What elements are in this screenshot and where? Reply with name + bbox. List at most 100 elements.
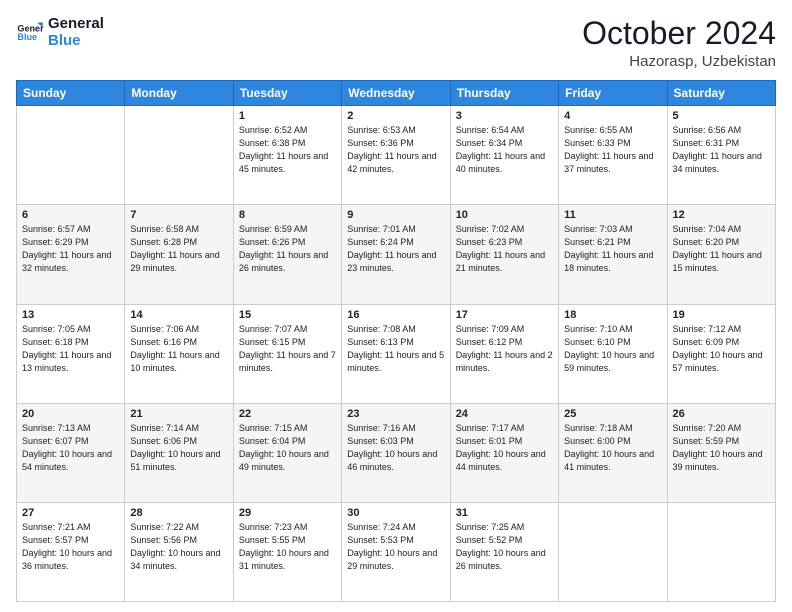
day-content: Sunrise: 7:15 AM Sunset: 6:04 PM Dayligh…	[239, 422, 336, 474]
calendar-cell: 19 Sunrise: 7:12 AM Sunset: 6:09 PM Dayl…	[667, 304, 775, 403]
weekday-header-thursday: Thursday	[450, 81, 558, 106]
calendar-cell	[17, 106, 125, 205]
calendar-cell: 4 Sunrise: 6:55 AM Sunset: 6:33 PM Dayli…	[559, 106, 667, 205]
day-number: 3	[456, 110, 553, 122]
day-number: 5	[673, 110, 770, 122]
day-content: Sunrise: 6:54 AM Sunset: 6:34 PM Dayligh…	[456, 124, 553, 176]
calendar-cell: 12 Sunrise: 7:04 AM Sunset: 6:20 PM Dayl…	[667, 205, 775, 304]
day-content: Sunrise: 7:03 AM Sunset: 6:21 PM Dayligh…	[564, 223, 661, 275]
day-number: 12	[673, 209, 770, 221]
calendar-header: SundayMondayTuesdayWednesdayThursdayFrid…	[17, 81, 776, 106]
day-content: Sunrise: 7:07 AM Sunset: 6:15 PM Dayligh…	[239, 323, 336, 375]
logo-general-text: General	[48, 16, 104, 33]
day-content: Sunrise: 7:23 AM Sunset: 5:55 PM Dayligh…	[239, 521, 336, 573]
day-content: Sunrise: 7:20 AM Sunset: 5:59 PM Dayligh…	[673, 422, 770, 474]
day-number: 31	[456, 507, 553, 519]
title-block: October 2024 Hazorasp, Uzbekistan	[582, 16, 776, 70]
day-content: Sunrise: 6:59 AM Sunset: 6:26 PM Dayligh…	[239, 223, 336, 275]
day-content: Sunrise: 6:52 AM Sunset: 6:38 PM Dayligh…	[239, 124, 336, 176]
day-number: 19	[673, 309, 770, 321]
calendar-cell: 7 Sunrise: 6:58 AM Sunset: 6:28 PM Dayli…	[125, 205, 233, 304]
day-number: 22	[239, 408, 336, 420]
day-number: 20	[22, 408, 119, 420]
calendar-cell	[667, 502, 775, 601]
day-number: 28	[130, 507, 227, 519]
logo-icon: General Blue	[16, 19, 44, 47]
day-content: Sunrise: 7:24 AM Sunset: 5:53 PM Dayligh…	[347, 521, 444, 573]
calendar-cell: 5 Sunrise: 6:56 AM Sunset: 6:31 PM Dayli…	[667, 106, 775, 205]
calendar-cell	[125, 106, 233, 205]
weekday-header-sunday: Sunday	[17, 81, 125, 106]
calendar-cell: 6 Sunrise: 6:57 AM Sunset: 6:29 PM Dayli…	[17, 205, 125, 304]
week-row-4: 20 Sunrise: 7:13 AM Sunset: 6:07 PM Dayl…	[17, 403, 776, 502]
calendar-cell: 15 Sunrise: 7:07 AM Sunset: 6:15 PM Dayl…	[233, 304, 341, 403]
week-row-2: 6 Sunrise: 6:57 AM Sunset: 6:29 PM Dayli…	[17, 205, 776, 304]
day-content: Sunrise: 7:05 AM Sunset: 6:18 PM Dayligh…	[22, 323, 119, 375]
calendar-cell: 17 Sunrise: 7:09 AM Sunset: 6:12 PM Dayl…	[450, 304, 558, 403]
calendar-cell: 30 Sunrise: 7:24 AM Sunset: 5:53 PM Dayl…	[342, 502, 450, 601]
day-content: Sunrise: 6:56 AM Sunset: 6:31 PM Dayligh…	[673, 124, 770, 176]
day-content: Sunrise: 7:21 AM Sunset: 5:57 PM Dayligh…	[22, 521, 119, 573]
weekday-header-monday: Monday	[125, 81, 233, 106]
calendar-cell: 2 Sunrise: 6:53 AM Sunset: 6:36 PM Dayli…	[342, 106, 450, 205]
location: Hazorasp, Uzbekistan	[582, 53, 776, 70]
calendar-cell: 1 Sunrise: 6:52 AM Sunset: 6:38 PM Dayli…	[233, 106, 341, 205]
day-number: 18	[564, 309, 661, 321]
day-number: 8	[239, 209, 336, 221]
day-number: 30	[347, 507, 444, 519]
day-number: 17	[456, 309, 553, 321]
day-number: 25	[564, 408, 661, 420]
day-content: Sunrise: 7:16 AM Sunset: 6:03 PM Dayligh…	[347, 422, 444, 474]
day-number: 24	[456, 408, 553, 420]
calendar-cell: 21 Sunrise: 7:14 AM Sunset: 6:06 PM Dayl…	[125, 403, 233, 502]
day-content: Sunrise: 7:13 AM Sunset: 6:07 PM Dayligh…	[22, 422, 119, 474]
logo: General Blue General Blue	[16, 16, 104, 49]
weekday-header-saturday: Saturday	[667, 81, 775, 106]
weekday-header-wednesday: Wednesday	[342, 81, 450, 106]
logo-blue-text: Blue	[48, 33, 104, 50]
week-row-5: 27 Sunrise: 7:21 AM Sunset: 5:57 PM Dayl…	[17, 502, 776, 601]
day-number: 2	[347, 110, 444, 122]
svg-text:Blue: Blue	[17, 32, 37, 42]
day-number: 29	[239, 507, 336, 519]
day-number: 26	[673, 408, 770, 420]
day-content: Sunrise: 6:55 AM Sunset: 6:33 PM Dayligh…	[564, 124, 661, 176]
calendar-cell: 22 Sunrise: 7:15 AM Sunset: 6:04 PM Dayl…	[233, 403, 341, 502]
weekday-header-tuesday: Tuesday	[233, 81, 341, 106]
day-number: 11	[564, 209, 661, 221]
page: General Blue General Blue October 2024 H…	[0, 0, 792, 612]
day-content: Sunrise: 7:06 AM Sunset: 6:16 PM Dayligh…	[130, 323, 227, 375]
day-content: Sunrise: 7:09 AM Sunset: 6:12 PM Dayligh…	[456, 323, 553, 375]
day-content: Sunrise: 6:57 AM Sunset: 6:29 PM Dayligh…	[22, 223, 119, 275]
day-number: 10	[456, 209, 553, 221]
day-content: Sunrise: 7:18 AM Sunset: 6:00 PM Dayligh…	[564, 422, 661, 474]
calendar-cell: 10 Sunrise: 7:02 AM Sunset: 6:23 PM Dayl…	[450, 205, 558, 304]
calendar-cell: 14 Sunrise: 7:06 AM Sunset: 6:16 PM Dayl…	[125, 304, 233, 403]
calendar-cell: 16 Sunrise: 7:08 AM Sunset: 6:13 PM Dayl…	[342, 304, 450, 403]
calendar-cell: 13 Sunrise: 7:05 AM Sunset: 6:18 PM Dayl…	[17, 304, 125, 403]
calendar-cell: 25 Sunrise: 7:18 AM Sunset: 6:00 PM Dayl…	[559, 403, 667, 502]
day-number: 1	[239, 110, 336, 122]
calendar-cell: 18 Sunrise: 7:10 AM Sunset: 6:10 PM Dayl…	[559, 304, 667, 403]
calendar-cell: 26 Sunrise: 7:20 AM Sunset: 5:59 PM Dayl…	[667, 403, 775, 502]
calendar-cell: 24 Sunrise: 7:17 AM Sunset: 6:01 PM Dayl…	[450, 403, 558, 502]
day-number: 23	[347, 408, 444, 420]
week-row-1: 1 Sunrise: 6:52 AM Sunset: 6:38 PM Dayli…	[17, 106, 776, 205]
calendar-body: 1 Sunrise: 6:52 AM Sunset: 6:38 PM Dayli…	[17, 106, 776, 602]
calendar-cell: 31 Sunrise: 7:25 AM Sunset: 5:52 PM Dayl…	[450, 502, 558, 601]
day-number: 14	[130, 309, 227, 321]
day-content: Sunrise: 7:04 AM Sunset: 6:20 PM Dayligh…	[673, 223, 770, 275]
calendar-cell: 8 Sunrise: 6:59 AM Sunset: 6:26 PM Dayli…	[233, 205, 341, 304]
day-number: 16	[347, 309, 444, 321]
day-content: Sunrise: 7:08 AM Sunset: 6:13 PM Dayligh…	[347, 323, 444, 375]
day-number: 7	[130, 209, 227, 221]
day-number: 6	[22, 209, 119, 221]
month-title: October 2024	[582, 16, 776, 51]
calendar-cell: 28 Sunrise: 7:22 AM Sunset: 5:56 PM Dayl…	[125, 502, 233, 601]
day-number: 21	[130, 408, 227, 420]
day-content: Sunrise: 7:17 AM Sunset: 6:01 PM Dayligh…	[456, 422, 553, 474]
day-number: 13	[22, 309, 119, 321]
day-content: Sunrise: 6:53 AM Sunset: 6:36 PM Dayligh…	[347, 124, 444, 176]
calendar-cell: 23 Sunrise: 7:16 AM Sunset: 6:03 PM Dayl…	[342, 403, 450, 502]
day-number: 27	[22, 507, 119, 519]
